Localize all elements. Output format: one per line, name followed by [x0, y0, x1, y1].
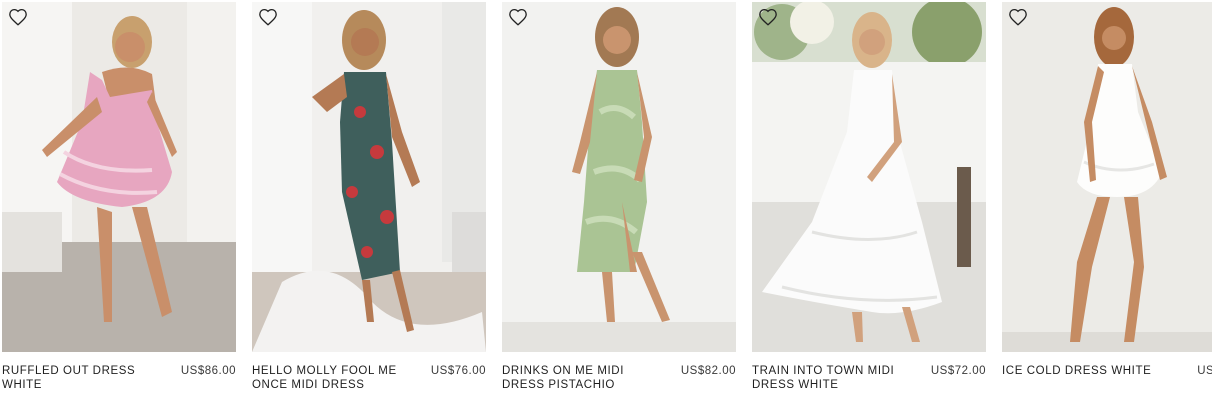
product-card[interactable]: TRAIN INTO TOWN MIDI DRESS WHITE US$72.0… [752, 2, 986, 401]
product-price: US$76.00 [430, 365, 486, 377]
product-card[interactable]: HELLO MOLLY FOOL ME ONCE MIDI DRESS US$7… [252, 2, 486, 401]
wishlist-heart-icon[interactable] [1007, 7, 1029, 27]
product-title[interactable]: ICE COLD DRESS WHITE [1002, 364, 1172, 378]
product-image[interactable] [2, 2, 236, 352]
product-price: US$82.00 [680, 365, 736, 377]
product-photo [1002, 2, 1212, 352]
product-image[interactable] [752, 2, 986, 352]
product-card[interactable]: DRINKS ON ME MIDI DRESS PISTACHIO US$82.… [502, 2, 736, 401]
product-image[interactable] [252, 2, 486, 352]
product-card[interactable]: ICE COLD DRESS WHITE US$6 [1002, 2, 1212, 401]
product-title[interactable]: HELLO MOLLY FOOL ME ONCE MIDI DRESS [252, 364, 402, 392]
wishlist-heart-icon[interactable] [257, 7, 279, 27]
product-title[interactable]: RUFFLED OUT DRESS WHITE [2, 364, 152, 392]
product-image[interactable] [1002, 2, 1212, 352]
product-price: US$72.00 [930, 365, 986, 377]
product-photo [2, 2, 236, 352]
product-price: US$86.00 [180, 365, 236, 377]
product-grid: RUFFLED OUT DRESS WHITE US$86.00 HELLO M… [0, 0, 1212, 401]
product-photo [752, 2, 986, 352]
wishlist-heart-icon[interactable] [757, 7, 779, 27]
wishlist-heart-icon[interactable] [7, 7, 29, 27]
product-image[interactable] [502, 2, 736, 352]
product-title[interactable]: TRAIN INTO TOWN MIDI DRESS WHITE [752, 364, 902, 392]
product-title[interactable]: DRINKS ON ME MIDI DRESS PISTACHIO [502, 364, 652, 392]
product-photo [502, 2, 736, 352]
product-card[interactable]: RUFFLED OUT DRESS WHITE US$86.00 [2, 2, 236, 401]
wishlist-heart-icon[interactable] [507, 7, 529, 27]
product-photo [252, 2, 486, 352]
product-price: US$6 [1197, 365, 1212, 377]
